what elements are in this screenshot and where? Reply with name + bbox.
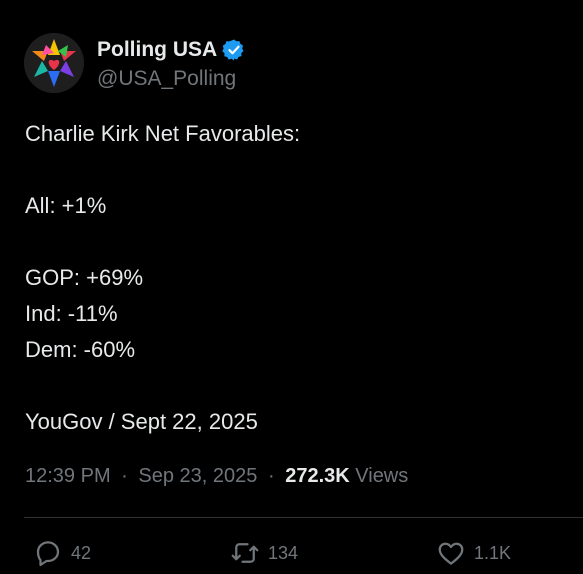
action-bar: 42 134 1.1K bbox=[33, 538, 573, 568]
meta-separator: · bbox=[121, 465, 128, 487]
tweet-header: Polling USA @USA_Polling bbox=[24, 33, 246, 93]
repost-icon bbox=[231, 543, 259, 563]
display-name[interactable]: Polling USA bbox=[97, 38, 217, 62]
tweet-time[interactable]: 12:39 PM bbox=[25, 465, 111, 487]
views-count[interactable]: 272.3K bbox=[285, 465, 350, 487]
tweet-line: Ind: -11% bbox=[25, 301, 118, 326]
account-names: Polling USA @USA_Polling bbox=[97, 36, 246, 91]
like-count: 1.1K bbox=[474, 542, 512, 563]
handle[interactable]: @USA_Polling bbox=[97, 67, 246, 91]
tweet-line: Dem: -60% bbox=[25, 337, 136, 362]
tweet-meta: 12:39 PM · Sep 23, 2025 · 272.3K Views bbox=[25, 465, 408, 488]
repost-button[interactable]: 134 bbox=[230, 538, 298, 568]
tweet-line: Charlie Kirk Net Favorables: bbox=[25, 121, 301, 146]
heart-icon bbox=[438, 542, 464, 565]
reply-icon bbox=[36, 541, 60, 567]
tweet-line: GOP: +69% bbox=[25, 265, 144, 290]
repost-count: 134 bbox=[268, 542, 299, 563]
name-row: Polling USA bbox=[97, 36, 246, 64]
views-label: Views bbox=[355, 465, 409, 487]
divider bbox=[24, 517, 583, 518]
tweet-text: Charlie Kirk Net Favorables: All: +1% GO… bbox=[25, 116, 565, 440]
tweet-line: YouGov / Sept 22, 2025 bbox=[25, 409, 258, 434]
tweet-line: All: +1% bbox=[25, 193, 107, 218]
meta-separator: · bbox=[267, 465, 275, 487]
tweet-date[interactable]: Sep 23, 2025 bbox=[138, 465, 257, 487]
reply-count: 42 bbox=[71, 542, 92, 563]
tweet-card: Polling USA @USA_Polling Charlie Kirk Ne… bbox=[0, 0, 583, 574]
verified-badge-icon[interactable] bbox=[222, 38, 246, 62]
reply-button[interactable]: 42 bbox=[33, 538, 91, 568]
star-burst-heart-logo-icon bbox=[24, 33, 84, 93]
like-button[interactable]: 1.1K bbox=[436, 538, 511, 568]
avatar[interactable] bbox=[24, 33, 84, 93]
